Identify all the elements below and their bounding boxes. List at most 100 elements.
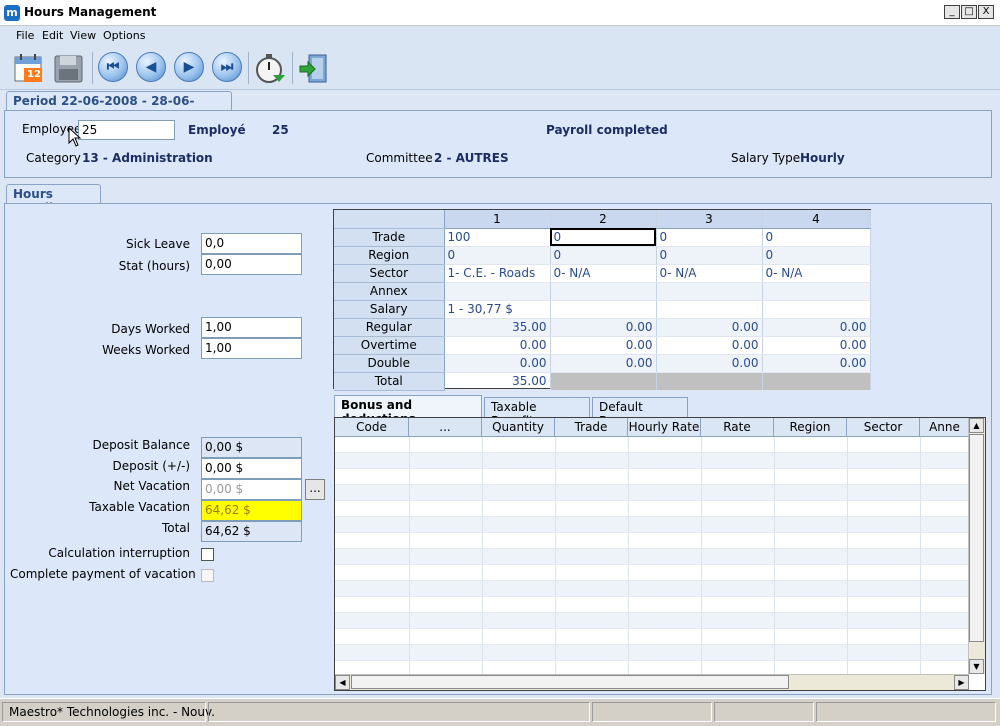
first-record-button[interactable]: ⏮ <box>98 52 128 82</box>
col-hourly-rate[interactable]: Hourly Rate <box>628 418 701 436</box>
grid-cell[interactable] <box>550 282 657 301</box>
grid-cell[interactable]: 0- N/A <box>762 264 871 283</box>
weeks-worked-input[interactable]: 1,00 <box>201 338 302 359</box>
grid-cell[interactable] <box>656 300 763 319</box>
table-row[interactable] <box>335 501 969 517</box>
grid-cell[interactable]: 0.00 <box>656 318 763 337</box>
grid-row-header: Total <box>334 372 445 391</box>
tab-taxable-benefits[interactable]: Taxable Benefits <box>484 397 590 428</box>
grid-cell[interactable] <box>444 282 551 301</box>
tab-bonus-deductions[interactable]: Bonus and deductions <box>334 395 482 426</box>
menu-options[interactable]: Options <box>103 29 145 42</box>
grid-cell[interactable]: 0 <box>444 246 551 265</box>
table-row[interactable] <box>335 437 969 453</box>
scroll-right-button[interactable]: ▶ <box>954 675 969 690</box>
table-row[interactable] <box>335 549 969 565</box>
grid-cell[interactable] <box>762 282 871 301</box>
stat-hours-input[interactable]: 0,00 <box>201 254 302 275</box>
grid-cell[interactable]: 0.00 <box>444 354 551 373</box>
grid-cell[interactable]: 1- C.E. - Roads <box>444 264 551 283</box>
grid-cell[interactable]: 0.00 <box>762 318 871 337</box>
minimize-button[interactable]: _ <box>944 5 960 19</box>
next-record-button[interactable]: ▶ <box>174 52 204 82</box>
tab-hours-detail[interactable]: Hours Detail <box>6 184 101 215</box>
grid-cell[interactable]: 0 <box>656 228 763 247</box>
table-row[interactable] <box>335 485 969 501</box>
col-code[interactable]: Code <box>335 418 409 436</box>
vertical-scrollbar[interactable]: ▲ ▼ <box>968 418 985 674</box>
sick-leave-input[interactable]: 0,0 <box>201 233 302 254</box>
col-trade[interactable]: Trade <box>555 418 628 436</box>
grid-cell[interactable] <box>656 282 763 301</box>
table-row[interactable] <box>335 533 969 549</box>
grid-cell[interactable]: 100 <box>444 228 551 247</box>
table-row[interactable] <box>335 469 969 485</box>
grid-cell[interactable]: 1 - 30,77 $ <box>444 300 551 319</box>
grid-cell[interactable]: 0.00 <box>550 318 657 337</box>
last-record-button[interactable]: ⏭ <box>212 52 242 82</box>
grid-cell[interactable]: 0 <box>550 246 657 265</box>
tab-default-bonus[interactable]: Default Bonus <box>592 397 688 428</box>
scroll-left-button[interactable]: ◀ <box>335 675 350 690</box>
scroll-up-button[interactable]: ▲ <box>969 418 984 433</box>
grid-cell[interactable]: 0.00 <box>656 336 763 355</box>
grid-cell[interactable]: 0 <box>762 246 871 265</box>
col-rate[interactable]: Rate <box>701 418 774 436</box>
calendar-button[interactable]: 12 <box>12 51 46 85</box>
save-button[interactable] <box>52 51 86 85</box>
menu-edit[interactable]: Edit <box>42 29 63 42</box>
menu-file[interactable]: File <box>16 29 34 42</box>
net-vacation-browse-button[interactable]: ... <box>305 479 325 500</box>
table-row[interactable] <box>335 597 969 613</box>
employee-input[interactable]: 25 <box>78 120 175 140</box>
grid-col-header[interactable]: 3 <box>656 210 763 229</box>
status-bar: Maestro* Technologies inc. - Nouv. <box>0 698 1000 726</box>
grid-cell[interactable]: 0.00 <box>550 354 657 373</box>
grid-cell[interactable]: 0.00 <box>550 336 657 355</box>
grid-cell[interactable]: 0.00 <box>762 354 871 373</box>
calc-interruption-checkbox[interactable] <box>201 548 214 561</box>
table-row[interactable] <box>335 581 969 597</box>
table-row[interactable] <box>335 517 969 533</box>
grid-cell[interactable]: 0- N/A <box>550 264 657 283</box>
col-annex[interactable]: Anne <box>920 418 969 436</box>
days-worked-input[interactable]: 1,00 <box>201 317 302 338</box>
grid-cell[interactable]: 35.00 <box>444 318 551 337</box>
table-row[interactable] <box>335 629 969 645</box>
col-quantity[interactable]: Quantity <box>482 418 555 436</box>
grid-col-header[interactable]: 4 <box>762 210 871 229</box>
stopwatch-button[interactable] <box>253 51 287 85</box>
grid-col-header[interactable]: 1 <box>444 210 551 229</box>
col-region[interactable]: Region <box>774 418 847 436</box>
grid-cell[interactable]: 0- N/A <box>656 264 763 283</box>
table-row[interactable] <box>335 565 969 581</box>
grid-cell[interactable]: 0 <box>762 228 871 247</box>
grid-cell[interactable]: 0 <box>550 228 657 247</box>
col-ellipsis[interactable]: ... <box>409 418 482 436</box>
grid-cell[interactable] <box>762 300 871 319</box>
deposit-input[interactable]: 0,00 $ <box>201 458 302 479</box>
grid-cell[interactable]: 0.00 <box>444 336 551 355</box>
tab-period[interactable]: Period 22-06-2008 - 28-06-2008 <box>6 91 232 122</box>
previous-record-button[interactable]: ◀ <box>136 52 166 82</box>
menu-view[interactable]: View <box>70 29 96 42</box>
grid-cell[interactable]: 0 <box>656 246 763 265</box>
table-row[interactable] <box>335 645 969 661</box>
table-row[interactable] <box>335 613 969 629</box>
close-button[interactable]: X <box>978 5 994 19</box>
taxable-vacation-field[interactable]: 64,62 $ <box>201 500 302 521</box>
category-value: 13 - Administration <box>82 151 213 165</box>
grid-cell[interactable]: 0.00 <box>762 336 871 355</box>
grid-cell[interactable]: 0.00 <box>656 354 763 373</box>
employe-label: Employé <box>188 123 246 137</box>
scroll-down-button[interactable]: ▼ <box>969 659 984 674</box>
exit-button[interactable] <box>297 51 331 85</box>
col-sector[interactable]: Sector <box>847 418 920 436</box>
maximize-button[interactable]: □ <box>961 5 977 19</box>
grid-col-header[interactable]: 2 <box>550 210 657 229</box>
horizontal-scrollbar[interactable]: ◀ ▶ <box>335 674 969 690</box>
horizontal-scroll-thumb[interactable] <box>351 675 789 689</box>
grid-cell[interactable] <box>550 300 657 319</box>
vertical-scroll-thumb[interactable] <box>969 434 984 642</box>
table-row[interactable] <box>335 453 969 469</box>
